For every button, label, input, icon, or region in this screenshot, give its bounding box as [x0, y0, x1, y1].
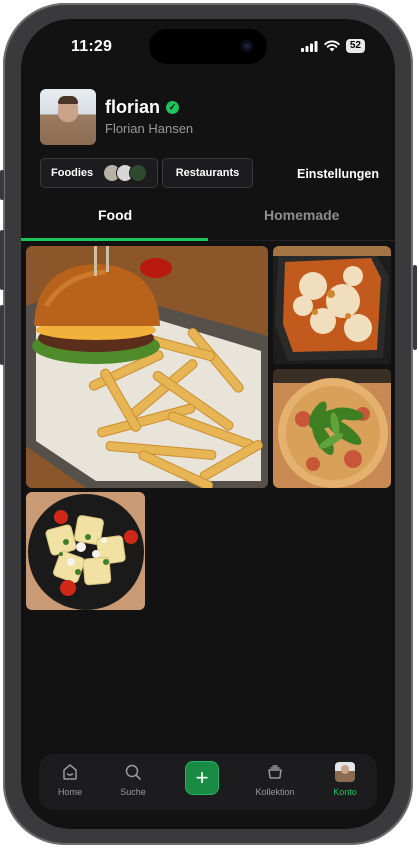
tab-food[interactable]: Food — [98, 207, 132, 223]
lasagna-image — [273, 246, 391, 364]
profile-avatar[interactable] — [40, 89, 96, 145]
status-icons: 52 — [300, 39, 365, 53]
foodies-button[interactable]: Foodies — [40, 158, 158, 188]
volume-down-button — [0, 305, 4, 365]
ravioli-photo[interactable] — [26, 492, 145, 610]
account-avatar-icon — [335, 762, 355, 782]
nav-search[interactable]: Suche — [103, 762, 163, 797]
volume-up-button — [0, 230, 4, 290]
lasagna-photo[interactable] — [273, 246, 391, 364]
tab-bar: Food Homemade — [21, 197, 395, 241]
nav-search-label: Suche — [120, 787, 146, 797]
nav-home[interactable]: Home — [40, 762, 100, 797]
search-icon — [125, 764, 141, 780]
signal-icon — [300, 40, 318, 52]
profile-full-name: Florian Hansen — [105, 121, 194, 136]
battery-indicator: 52 — [345, 39, 365, 53]
bottom-navigation: Home Suche + Kollektion Konto — [39, 754, 377, 810]
nav-account[interactable]: Konto — [315, 762, 375, 797]
nav-collection[interactable]: Kollektion — [245, 762, 305, 797]
foodies-label: Foodies — [51, 167, 94, 179]
foodies-avatars — [103, 164, 148, 182]
profile-username-row: florian ✓ — [105, 97, 180, 118]
tab-homemade[interactable]: Homemade — [264, 207, 339, 223]
status-bar: 11:29 52 — [21, 19, 395, 73]
add-post-button[interactable]: + — [185, 761, 219, 795]
power-button — [413, 265, 417, 350]
cooking-pot-icon — [268, 765, 282, 779]
verified-icon: ✓ — [166, 101, 180, 114]
ravioli-image — [26, 492, 145, 610]
foodie-avatar — [129, 164, 148, 182]
profile-header: florian ✓ Florian Hansen — [40, 89, 380, 145]
settings-button[interactable]: Einstellungen — [297, 167, 379, 181]
status-time: 11:29 — [71, 38, 113, 55]
burger-fries-image — [26, 246, 268, 488]
profile-username: florian — [105, 97, 161, 117]
nav-collection-label: Kollektion — [255, 787, 295, 797]
restaurants-label: Restaurants — [175, 167, 240, 179]
action-button — [0, 170, 4, 200]
nav-account-label: Konto — [333, 787, 357, 797]
nav-home-label: Home — [57, 787, 82, 797]
arugula-pizza-photo[interactable] — [273, 369, 391, 488]
burger-fries-photo[interactable] — [26, 246, 268, 488]
dynamic-island — [149, 29, 267, 64]
camera-icon — [241, 40, 253, 52]
home-icon — [63, 764, 77, 780]
restaurants-button[interactable]: Restaurants — [162, 158, 253, 188]
app-screen: 11:29 52 florian ✓ Florian Hansen Foodie… — [21, 19, 395, 829]
wifi-icon — [324, 40, 340, 52]
active-tab-indicator — [21, 238, 208, 241]
pizza-image — [273, 369, 391, 488]
